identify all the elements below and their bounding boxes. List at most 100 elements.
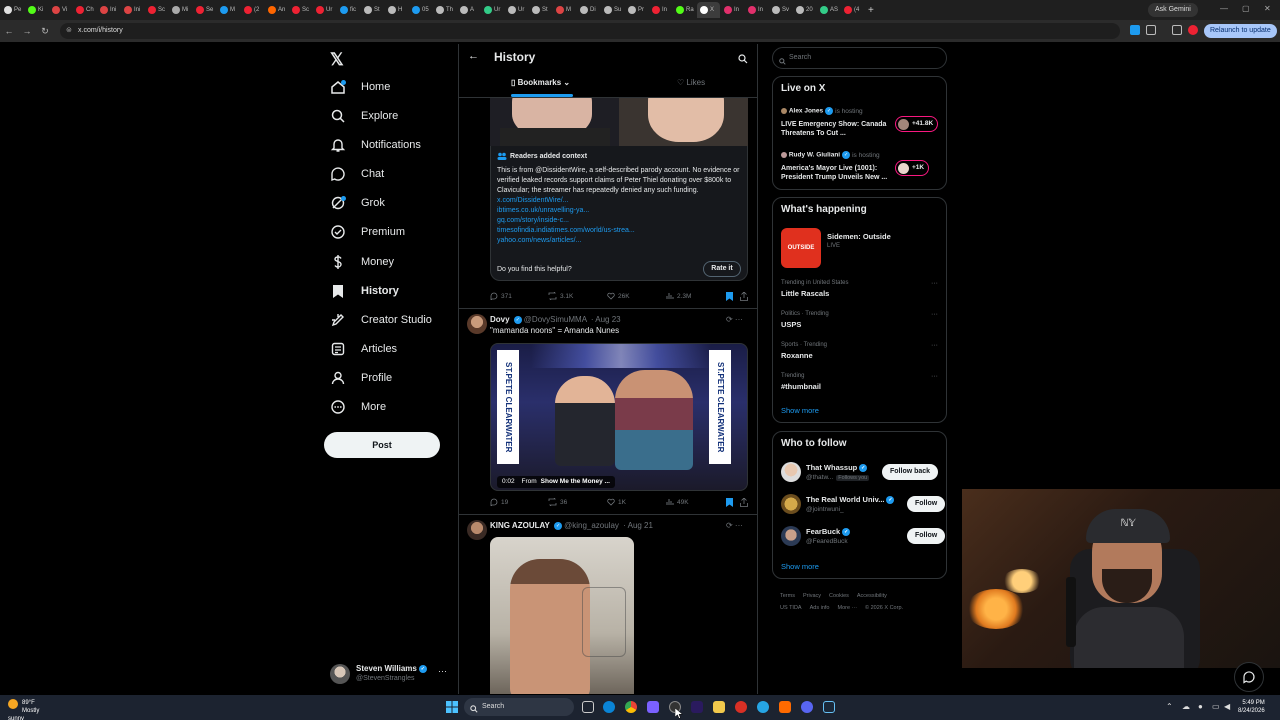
ask-gemini-button[interactable]: Ask Gemini xyxy=(1148,3,1198,17)
live-item[interactable]: Rudy W. Giuliani ✓ is hosting America's Ma… xyxy=(781,151,941,182)
back-arrow-icon[interactable]: ← xyxy=(468,50,479,62)
browser-tab[interactable]: X xyxy=(697,2,720,18)
source-link[interactable]: timesofindia.indiatimes.com/world/us-str… xyxy=(497,226,741,236)
file-explorer-icon[interactable] xyxy=(713,701,725,713)
nav-item-notifications[interactable]: Notifications xyxy=(322,133,421,157)
footer-link[interactable]: Accessibility xyxy=(857,593,887,599)
reply-button[interactable]: 371 xyxy=(490,292,512,300)
taskbar-search[interactable]: Search xyxy=(464,698,574,716)
post-button[interactable]: Post xyxy=(324,432,440,458)
avatar[interactable] xyxy=(781,494,801,514)
taskbar-clock[interactable]: 5:49 PM 8/24/2026 xyxy=(1238,699,1265,715)
browser-tab[interactable]: Ra xyxy=(673,2,696,18)
trend-item[interactable]: Politics · Trending USPS ··· xyxy=(781,311,941,329)
browser-tab[interactable]: Ini xyxy=(121,2,144,18)
source-link[interactable]: ibtimes.co.uk/unravelling-ya... xyxy=(497,206,741,216)
browser-tab[interactable]: AS xyxy=(817,2,840,18)
trend-more-icon[interactable]: ··· xyxy=(931,311,938,318)
address-bar[interactable]: ⊜ x.com/i/history xyxy=(60,23,1120,39)
x-logo-icon[interactable]: 𝕏 xyxy=(330,50,344,70)
nav-item-more[interactable]: More xyxy=(322,395,386,419)
browser-tab[interactable]: (2 xyxy=(241,2,264,18)
footer-link[interactable]: © 2026 X Corp. xyxy=(865,605,903,611)
follow-suggestion[interactable]: That Whassup ✓ @thatw... Follows you Follo… xyxy=(781,462,941,484)
relaunch-to-update-button[interactable]: Relaunch to update xyxy=(1204,24,1277,38)
extension-icon[interactable] xyxy=(1130,25,1140,35)
back-icon[interactable]: ← xyxy=(0,26,18,36)
follow-suggestion[interactable]: The Real World Univ... ✓ @jointrwuni_ Fol… xyxy=(781,494,946,516)
volume-icon[interactable]: ◀ xyxy=(1224,702,1230,711)
browser-tab[interactable]: Pr xyxy=(625,2,648,18)
browser-tab[interactable]: Di xyxy=(577,2,600,18)
browser-tab[interactable]: Ur xyxy=(481,2,504,18)
repost-button[interactable]: 3.1K xyxy=(548,292,573,300)
browser-tab[interactable]: Mi xyxy=(169,2,192,18)
site-info-icon[interactable]: ⊜ xyxy=(66,23,72,39)
maximize-icon[interactable]: ▢ xyxy=(1242,4,1250,13)
tab-likes[interactable]: ♡ Likes xyxy=(677,78,705,87)
tab-bookmarks[interactable]: ▯ Bookmarks ⌄ xyxy=(511,78,570,87)
trend-item[interactable]: Trending in United States Little Rascals ·… xyxy=(781,280,941,298)
browser-tab[interactable]: Ini xyxy=(97,2,120,18)
browser-tab[interactable]: Sc xyxy=(289,2,312,18)
cloud-icon[interactable]: ☁ xyxy=(1182,702,1190,711)
video-source[interactable]: Show Me the Money ... xyxy=(541,478,610,485)
more-options-icon[interactable]: ··· xyxy=(438,666,447,676)
avatar[interactable] xyxy=(781,462,801,482)
browser-tab[interactable]: Ch xyxy=(73,2,96,18)
follow-button[interactable]: Follow xyxy=(907,528,946,544)
browser-tab[interactable]: (4 xyxy=(841,2,864,18)
browser-tab[interactable]: Sc xyxy=(145,2,168,18)
chat-fab-button[interactable] xyxy=(1234,662,1264,692)
app-icon[interactable] xyxy=(647,701,659,713)
forward-icon[interactable]: → xyxy=(18,26,36,36)
show-more-link[interactable]: Show more xyxy=(781,562,819,571)
rate-it-button[interactable]: Rate it xyxy=(703,261,741,277)
browser-tab[interactable]: Su xyxy=(601,2,624,18)
weather-widget[interactable]: 89°F Mostly sunny xyxy=(8,699,43,720)
app-icon[interactable] xyxy=(735,701,747,713)
avatar[interactable] xyxy=(467,520,487,540)
browser-tab[interactable]: M xyxy=(553,2,576,18)
app-icon[interactable] xyxy=(757,701,769,713)
follow-button[interactable]: Follow xyxy=(907,496,946,512)
browser-tab[interactable]: In xyxy=(721,2,744,18)
tweet-video[interactable]: ST.PETE CLEARWATER ST.PETE CLEARWATER 0:… xyxy=(490,343,748,491)
source-link[interactable]: x.com/DissidentWire/... xyxy=(497,196,741,206)
new-tab-button[interactable]: + xyxy=(868,5,874,16)
browser-tab[interactable]: St xyxy=(529,2,552,18)
featured-thumbnail[interactable]: OUTSIDE xyxy=(781,228,821,268)
trend-item[interactable]: Trending #thumbnail ··· xyxy=(781,373,941,391)
nav-item-creator-studio[interactable]: Creator Studio xyxy=(322,308,432,332)
browser-tab[interactable]: Vi xyxy=(49,2,72,18)
source-link[interactable]: gq.com/story/inside-c... xyxy=(497,216,741,226)
views-button[interactable]: 49K xyxy=(666,498,689,506)
live-listener-count[interactable]: +41.8K xyxy=(895,116,939,132)
minimize-icon[interactable]: — xyxy=(1220,4,1228,13)
featured-title[interactable]: Sidemen: Outside xyxy=(827,232,891,241)
nav-item-money[interactable]: Money xyxy=(322,250,394,274)
bookmark-icon[interactable] xyxy=(726,498,733,509)
footer-link[interactable]: Cookies xyxy=(829,593,849,599)
browser-tab[interactable]: H xyxy=(385,2,408,18)
browser-tab[interactable]: Se xyxy=(193,2,216,18)
footer-link[interactable]: Ads info xyxy=(810,605,830,611)
edge-icon[interactable] xyxy=(603,701,615,713)
live-listener-count[interactable]: +1K xyxy=(895,160,930,176)
tweet-menu-icons[interactable]: ⟳ ··· xyxy=(726,521,743,530)
nav-item-grok[interactable]: Grok xyxy=(322,191,385,215)
source-link[interactable]: yahoo.com/news/articles/... xyxy=(497,236,741,246)
footer-link[interactable]: US TIDA xyxy=(780,605,802,611)
repost-button[interactable]: 36 xyxy=(548,498,567,506)
trend-item[interactable]: Sports · Trending Roxanne ··· xyxy=(781,342,941,360)
discord-icon[interactable] xyxy=(801,701,813,713)
live-item[interactable]: Alex Jones ✓ is hosting LIVE Emergency Sho… xyxy=(781,107,941,138)
tweet-image[interactable] xyxy=(490,98,748,146)
trend-more-icon[interactable]: ··· xyxy=(931,342,938,349)
browser-tab[interactable]: Ur xyxy=(505,2,528,18)
avatar[interactable] xyxy=(781,526,801,546)
trend-more-icon[interactable]: ··· xyxy=(931,280,938,287)
reload-icon[interactable]: ↻ xyxy=(36,26,54,37)
steam-icon[interactable] xyxy=(823,701,835,713)
nav-item-articles[interactable]: Articles xyxy=(322,337,397,361)
